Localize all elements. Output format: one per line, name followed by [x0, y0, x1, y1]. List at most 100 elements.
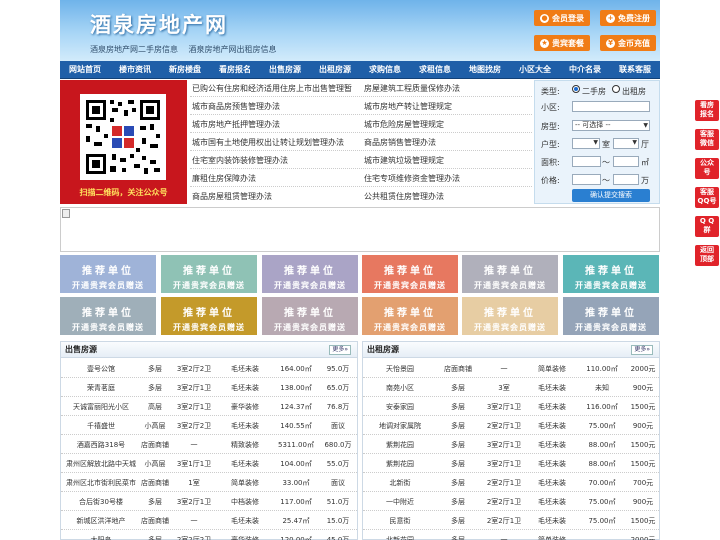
table-row[interactable]: 南苑小区 多层 3室 毛坯未装 未知 900元 — [363, 378, 659, 397]
policy-link[interactable]: 城市房地产转让管理规定 — [364, 101, 452, 112]
search-submit-button[interactable]: 确认提交搜索 — [572, 189, 650, 202]
float-service-wechat[interactable]: 客服 微信 — [695, 129, 719, 150]
policy-link[interactable]: 房屋建筑工程质量保修办法 — [364, 83, 460, 94]
table-cell[interactable]: 合后街30号楼 — [63, 497, 139, 507]
site-logo[interactable]: 酒泉房地产网 — [90, 9, 228, 39]
table-cell[interactable]: 北新花园 — [365, 535, 435, 540]
policy-link[interactable]: 已购公有住房和经济适用住房上市出售管理暂 — [192, 83, 352, 94]
area-min-input[interactable] — [572, 156, 601, 167]
recommend-slot[interactable]: 推荐单位 开通贵宾会员赠送 — [462, 255, 558, 293]
rooms-select[interactable]: ▼ — [572, 138, 600, 149]
table-cell[interactable]: 地调对家属院 — [365, 421, 435, 431]
table-row[interactable]: 北新花园 多层 一 简单装修 2000元 — [363, 530, 659, 540]
sublink-rent[interactable]: 酒泉房地产网出租房信息 — [189, 45, 277, 54]
policy-link[interactable]: 住宅室内装饰装修管理办法 — [192, 155, 288, 166]
table-row[interactable]: 一中附近 多层 2室2厅1卫 毛坯未装 75.00㎡ 900元 — [363, 492, 659, 511]
policy-link[interactable]: 城市建筑垃圾管理规定 — [364, 155, 444, 166]
nav-map-search[interactable]: 地图找房 — [460, 61, 510, 78]
room-type-select[interactable]: -- 可选择 -- ▼ — [572, 120, 650, 131]
table-cell[interactable]: 民意街 — [365, 516, 435, 526]
nav-want-rent[interactable]: 求租信息 — [410, 61, 460, 78]
sale-more-link[interactable]: 更多» — [329, 345, 351, 355]
table-row[interactable]: 太阳岛 多层 2室2厅2卫 豪华装修 120.00㎡ 45.0万 — [61, 530, 357, 540]
policy-link[interactable]: 城市商品房预售管理办法 — [192, 101, 280, 112]
nav-news[interactable]: 楼市资讯 — [110, 61, 160, 78]
nav-for-rent[interactable]: 出租房源 — [310, 61, 360, 78]
recommend-slot[interactable]: 推荐单位 开通贵宾会员赠送 — [362, 297, 458, 335]
table-cell[interactable]: 紫荆花园 — [365, 440, 435, 450]
nav-for-sale[interactable]: 出售房源 — [260, 61, 310, 78]
nav-new-homes[interactable]: 新房楼盘 — [160, 61, 210, 78]
policy-link[interactable]: 商品房销售管理办法 — [364, 137, 436, 148]
vip-package-button[interactable]: ★ 贵宾套餐 — [534, 35, 590, 51]
policy-link[interactable]: 商品房屋租赁管理办法 — [192, 191, 272, 202]
policy-link[interactable]: 城市房地产抵押管理办法 — [192, 119, 280, 130]
policy-link[interactable]: 城市危险房屋管理规定 — [364, 119, 444, 130]
recommend-slot[interactable]: 推荐单位 开通贵宾会员赠送 — [60, 255, 156, 293]
recommend-slot[interactable]: 推荐单位 开通贵宾会员赠送 — [262, 297, 358, 335]
table-row[interactable]: 天怡景园 店面商铺 一 简单装修 110.00㎡ 2000元 — [363, 359, 659, 378]
table-row[interactable]: 合后街30号楼 多层 3室2厅1卫 中档装修 117.00㎡ 51.0万 — [61, 492, 357, 511]
register-button[interactable]: + 免费注册 — [600, 10, 656, 26]
table-cell[interactable]: 酒嘉西路318号 — [63, 440, 139, 450]
price-max-input[interactable] — [613, 174, 639, 185]
table-row[interactable]: 酒嘉西路318号 店面商铺 一 精致装修 5311.00㎡ 680.0万 — [61, 435, 357, 454]
table-cell[interactable]: 肃州区北市街利民菜市 — [63, 478, 139, 488]
area-max-input[interactable] — [613, 156, 639, 167]
table-row[interactable]: 荣青茗庭 多层 3室2厅1卫 毛坯未装 138.00㎡ 65.0万 — [61, 378, 357, 397]
table-cell[interactable]: 天怡景园 — [365, 364, 435, 374]
table-row[interactable]: 北新街 多层 2室2厅1卫 毛坯未装 70.00㎡ 700元 — [363, 473, 659, 492]
table-cell[interactable]: 天诚富丽阳光小区 — [63, 402, 139, 412]
recommend-slot[interactable]: 推荐单位 开通贵宾会员赠送 — [563, 255, 659, 293]
recommend-slot[interactable]: 推荐单位 开通贵宾会员赠送 — [262, 255, 358, 293]
float-back-to-top[interactable]: 返回 顶部 — [695, 245, 719, 266]
policy-link[interactable]: 城市国有土地使用权出让转让规划管理办法 — [192, 137, 344, 148]
nav-contact[interactable]: 联系客服 — [610, 61, 660, 78]
nav-home[interactable]: 网站首页 — [60, 61, 110, 78]
table-row[interactable]: 安泰家园 多层 3室2厅1卫 毛坯未装 116.00㎡ 1500元 — [363, 397, 659, 416]
table-row[interactable]: 新城区洪洋地产 店面商铺 一 毛坯未装 25.47㎡ 15.0万 — [61, 511, 357, 530]
table-row[interactable]: 天诚富丽阳光小区 高层 3室2厅1卫 豪华装修 124.37㎡ 76.8万 — [61, 397, 357, 416]
recommend-slot[interactable]: 推荐单位 开通贵宾会员赠送 — [161, 297, 257, 335]
price-min-input[interactable] — [572, 174, 601, 185]
recommend-slot[interactable]: 推荐单位 开通贵宾会员赠送 — [563, 297, 659, 335]
community-input[interactable] — [572, 101, 650, 112]
table-cell[interactable]: 北新街 — [365, 478, 435, 488]
ad-banner[interactable] — [60, 207, 660, 252]
float-service-qq[interactable]: 客服 QQ号 — [695, 187, 719, 208]
table-cell[interactable]: 一中附近 — [365, 497, 435, 507]
table-row[interactable]: 肃州区北市街利民菜市 店面商铺 1室 简单装修 33.00㎡ 面议 — [61, 473, 357, 492]
float-qq-group[interactable]: Q Q 群 — [695, 216, 719, 237]
policy-link[interactable]: 廉租住房保障办法 — [192, 173, 256, 184]
policy-link[interactable]: 住宅专项维修资金管理办法 — [364, 173, 460, 184]
rent-more-link[interactable]: 更多» — [631, 345, 653, 355]
table-cell[interactable]: 千禧盛世 — [63, 421, 139, 431]
sublink-sale[interactable]: 酒泉房地产网二手房信息 — [90, 45, 178, 54]
login-button[interactable]: ● 会员登录 — [534, 10, 590, 26]
table-cell[interactable]: 壹号公馆 — [63, 364, 139, 374]
table-row[interactable]: 壹号公馆 多层 3室2厅2卫 毛坯未装 164.00㎡ 95.0万 — [61, 359, 357, 378]
nav-want-buy[interactable]: 求购信息 — [360, 61, 410, 78]
nav-viewing-signup[interactable]: 看房报名 — [210, 61, 260, 78]
nav-communities[interactable]: 小区大全 — [510, 61, 560, 78]
table-row[interactable]: 地调对家属院 多层 2室2厅1卫 毛坯未装 75.00㎡ 900元 — [363, 416, 659, 435]
table-row[interactable]: 紫荆花园 多层 3室2厅1卫 毛坯未装 88.00㎡ 1500元 — [363, 435, 659, 454]
table-cell[interactable]: 紫荆花园 — [365, 459, 435, 469]
table-row[interactable]: 紫荆花园 多层 3室2厅1卫 毛坯未装 88.00㎡ 1500元 — [363, 454, 659, 473]
table-cell[interactable]: 南苑小区 — [365, 383, 435, 393]
recommend-slot[interactable]: 推荐单位 开通贵宾会员赠送 — [462, 297, 558, 335]
table-cell[interactable]: 太阳岛 — [63, 535, 139, 540]
table-cell[interactable]: 安泰家园 — [365, 402, 435, 412]
table-row[interactable]: 民意街 多层 2室2厅1卫 毛坯未装 75.00㎡ 1500元 — [363, 511, 659, 530]
radio-second-hand[interactable] — [572, 85, 580, 93]
recommend-slot[interactable]: 推荐单位 开通贵宾会员赠送 — [60, 297, 156, 335]
recommend-slot[interactable]: 推荐单位 开通贵宾会员赠送 — [161, 255, 257, 293]
nav-agents[interactable]: 中介名录 — [560, 61, 610, 78]
radio-rental[interactable] — [612, 85, 620, 93]
table-cell[interactable]: 荣青茗庭 — [63, 383, 139, 393]
table-cell[interactable]: 新城区洪洋地产 — [63, 516, 139, 526]
float-viewing-signup[interactable]: 看房 报名 — [695, 100, 719, 121]
float-official-account[interactable]: 公众 号 — [695, 158, 719, 179]
policy-link[interactable]: 公共租赁住房管理办法 — [364, 191, 444, 202]
table-cell[interactable]: 肃州区解放北路中天城 — [63, 459, 139, 469]
